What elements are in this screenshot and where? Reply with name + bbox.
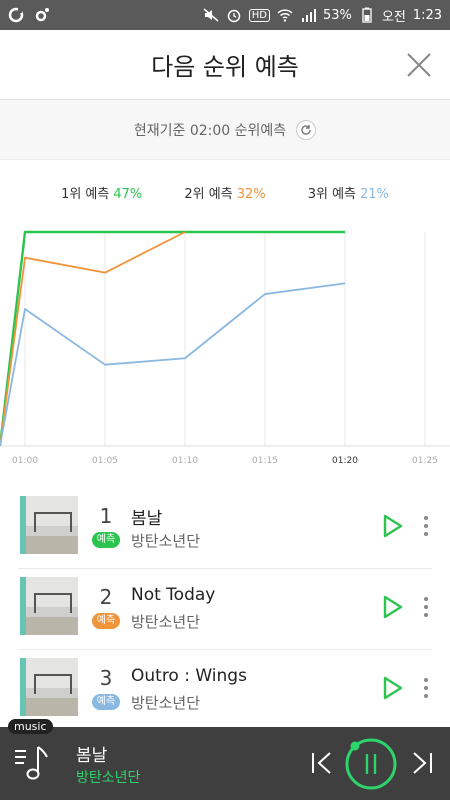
hd-badge: HD: [248, 8, 270, 22]
rank-prediction-chart: 01:00 01:05 01:10 01:15 01:20 01:25: [0, 230, 450, 466]
album-cover: [20, 496, 78, 554]
wifi-icon: [277, 7, 293, 23]
x-tick-label: 01:00: [12, 456, 38, 466]
legend-label: 3위 예측: [307, 187, 357, 202]
series-line-1: [0, 230, 345, 447]
legend-item-1: 1위 예측 47%: [61, 183, 142, 205]
song-title: 봄날: [131, 509, 163, 529]
mini-player[interactable]: music 봄날 방탄소년단: [0, 719, 450, 800]
list-item[interactable]: 3 예측 Outro : Wings 방탄소년단: [18, 650, 432, 731]
list-item[interactable]: 1 예측 봄날 방탄소년단: [18, 488, 432, 569]
more-vertical-icon: [424, 516, 428, 536]
song-artist: 방탄소년단: [131, 532, 201, 550]
play-icon: [383, 595, 403, 619]
more-button[interactable]: [422, 676, 430, 700]
next-button[interactable]: [410, 749, 434, 777]
more-button[interactable]: [422, 514, 430, 538]
pause-icon: [345, 738, 397, 790]
album-cover: [20, 658, 78, 716]
rank-number: 2: [99, 585, 113, 609]
legend-item-3: 3위 예측 21%: [308, 183, 389, 205]
rank-number: 1: [99, 504, 113, 528]
previous-button[interactable]: [310, 749, 334, 777]
prediction-badge: 예측: [92, 694, 120, 710]
time-ampm: 오전: [381, 9, 406, 25]
song-artist: 방탄소년단: [131, 613, 201, 631]
more-vertical-icon: [424, 597, 428, 617]
status-bar: HD 53% 오전 1:23: [0, 0, 450, 30]
close-button[interactable]: [404, 50, 434, 80]
play-button[interactable]: [382, 514, 404, 538]
now-playing-artist: 방탄소년단: [76, 770, 141, 786]
legend-item-2: 2위 예측 32%: [184, 183, 265, 205]
play-button[interactable]: [382, 676, 404, 700]
page-header: 다음 순위 예측: [0, 30, 450, 100]
play-icon: [383, 676, 403, 700]
chart-legend: 1위 예측 47% 2위 예측 32% 3위 예측 21%: [0, 183, 450, 205]
more-vertical-icon: [424, 678, 428, 698]
battery-icon: [359, 7, 375, 23]
music-tag: music: [8, 719, 53, 734]
prediction-basis-bar: 현재기준 02:00 순위예측: [0, 100, 450, 160]
play-button[interactable]: [382, 595, 404, 619]
x-tick-label: 01:05: [92, 456, 118, 466]
time-clock: 1:23: [412, 7, 442, 23]
prediction-basis-text: 현재기준 02:00 순위예측: [133, 122, 287, 139]
playlist-music-icon: [15, 746, 48, 780]
close-icon: [407, 53, 431, 77]
notification-icon: [34, 7, 50, 23]
x-tick-label: 01:10: [172, 456, 198, 466]
refresh-button[interactable]: [296, 119, 317, 140]
prediction-song-list: 1 예측 봄날 방탄소년단 2 예측 Not Today 방탄소년단 3 예측 …: [18, 488, 432, 731]
legend-percent: 32%: [236, 187, 266, 202]
pause-button[interactable]: [343, 736, 399, 792]
more-button[interactable]: [422, 595, 430, 619]
song-title: Not Today: [131, 585, 216, 605]
previous-icon: [312, 752, 331, 774]
refresh-icon: [301, 124, 311, 135]
mute-icon: [203, 7, 219, 23]
next-icon: [413, 752, 432, 774]
play-icon: [383, 514, 403, 538]
legend-label: 1위 예측: [61, 187, 110, 202]
x-tick-label: 01:25: [412, 456, 438, 466]
series-line-2: [0, 231, 186, 447]
legend-percent: 21%: [360, 187, 389, 202]
legend-percent: 47%: [113, 187, 143, 202]
prediction-badge: 예측: [92, 532, 120, 548]
alarm-icon: [226, 7, 242, 23]
rank-number: 3: [99, 666, 113, 690]
playlist-button[interactable]: [14, 743, 50, 783]
x-tick-label: 01:20: [332, 456, 358, 466]
app-icon: [8, 7, 24, 23]
now-playing-title: 봄날: [76, 746, 108, 766]
x-tick-label: 01:15: [252, 456, 278, 466]
battery-percent: 53%: [322, 7, 352, 23]
page-title: 다음 순위 예측: [151, 53, 299, 81]
series-line-3: [0, 282, 346, 447]
signal-icon: [300, 7, 316, 23]
song-artist: 방탄소년단: [131, 694, 201, 712]
list-item[interactable]: 2 예측 Not Today 방탄소년단: [18, 569, 432, 650]
song-title: Outro : Wings: [131, 666, 247, 686]
prediction-badge: 예측: [92, 613, 120, 629]
album-cover: [20, 577, 78, 635]
legend-label: 2위 예측: [184, 187, 233, 202]
